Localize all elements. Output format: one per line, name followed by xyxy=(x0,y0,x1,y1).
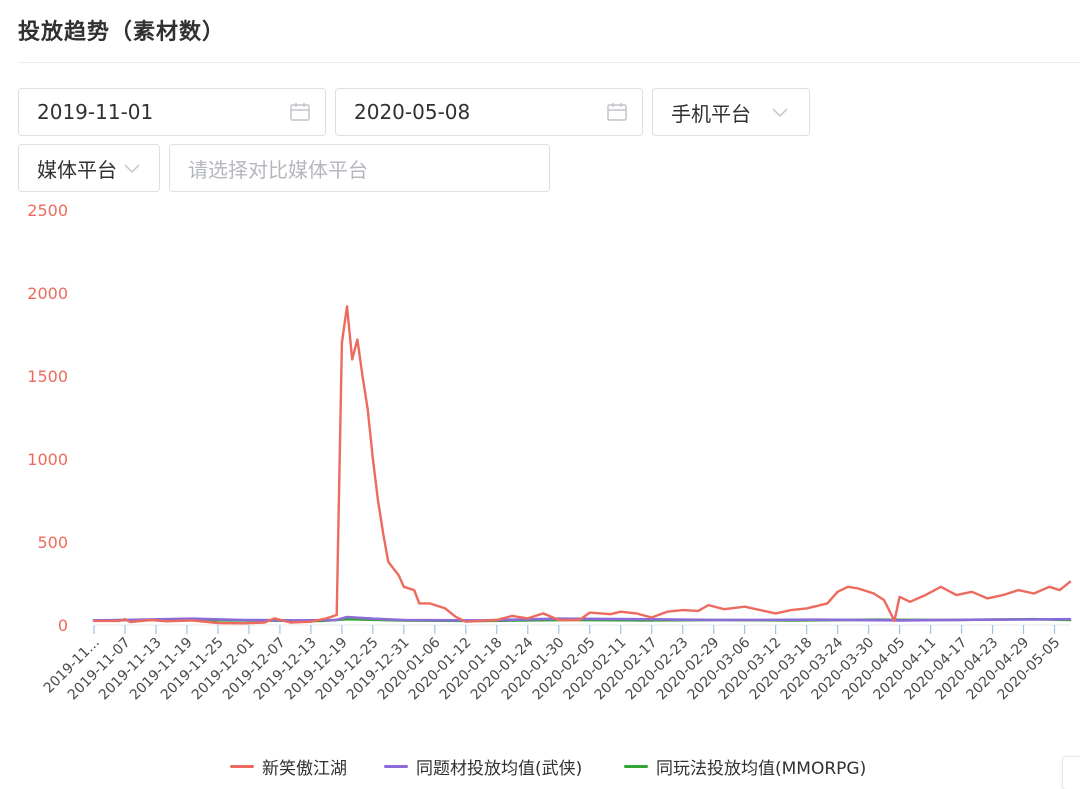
title-divider xyxy=(18,62,1080,63)
device-platform-select[interactable]: 手机平台 xyxy=(652,88,810,136)
chevron-down-icon xyxy=(124,164,140,174)
legend-label-theme-average: 同题材投放均值(武侠) xyxy=(416,759,583,779)
legend-label-main: 新笑傲江湖 xyxy=(262,759,347,779)
series-line-main xyxy=(92,305,1072,625)
y-tick-label: 1500 xyxy=(27,367,68,386)
chevron-down-icon xyxy=(772,108,788,118)
trend-chart: 0 500 1000 1500 2000 2500 2019-11... 2019-11-07… xyxy=(0,195,1080,789)
y-tick-label: 1000 xyxy=(27,450,68,469)
chart-legend: 新笑傲江湖 同题材投放均值(武侠) 同玩法投放均值(MMORPG) xyxy=(0,754,1080,779)
trend-chart-svg: 050010001500200025002019-11...2019-11-07… xyxy=(27,201,1072,703)
end-date-value: 2020-05-08 xyxy=(354,100,471,124)
legend-swatch-theme-average xyxy=(384,765,408,768)
start-date-picker[interactable]: 2019-11-01 xyxy=(18,88,326,136)
media-platform-select[interactable]: 媒体平台 xyxy=(18,144,160,192)
y-tick-label: 2500 xyxy=(27,201,68,220)
legend-swatch-main xyxy=(230,765,254,768)
device-platform-value: 手机平台 xyxy=(671,101,751,126)
y-tick-label: 0 xyxy=(58,616,68,635)
legend-label-gameplay-average: 同玩法投放均值(MMORPG) xyxy=(656,759,867,779)
calendar-icon xyxy=(607,103,627,121)
y-tick-label: 500 xyxy=(37,533,68,552)
legend-swatch-gameplay-average xyxy=(624,765,648,768)
end-date-picker[interactable]: 2020-05-08 xyxy=(335,88,643,136)
corner-widget[interactable] xyxy=(1062,756,1080,789)
calendar-icon xyxy=(290,103,310,121)
legend-item-theme-average[interactable]: 同题材投放均值(武侠) xyxy=(384,754,582,779)
start-date-value: 2019-11-01 xyxy=(37,100,154,124)
panel-title: 投放趋势（素材数） xyxy=(18,20,226,45)
media-platform-value: 媒体平台 xyxy=(37,157,117,182)
compare-media-platform-select[interactable]: 请选择对比媒体平台 xyxy=(169,144,550,192)
compare-media-platform-placeholder: 请选择对比媒体平台 xyxy=(188,157,368,182)
legend-item-main[interactable]: 新笑傲江湖 xyxy=(230,754,347,779)
legend-item-gameplay-average[interactable]: 同玩法投放均值(MMORPG) xyxy=(624,754,866,779)
y-tick-label: 2000 xyxy=(27,284,68,303)
